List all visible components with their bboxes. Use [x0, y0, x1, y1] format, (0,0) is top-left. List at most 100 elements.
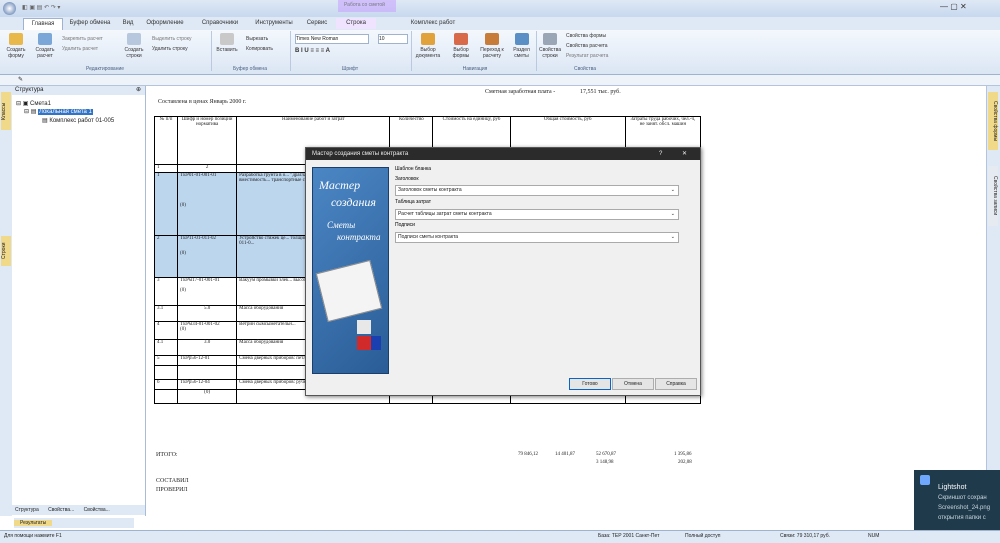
cut-button[interactable]: Вырезать: [246, 36, 268, 42]
tab-tools[interactable]: Инструменты: [250, 18, 298, 29]
tab-design[interactable]: Оформление: [142, 18, 188, 29]
tab-home[interactable]: Главная: [23, 18, 63, 30]
cell-extra: (0): [180, 288, 186, 293]
group-properties: Свойства: [574, 66, 596, 72]
group-navigation: Навигация: [462, 66, 488, 72]
side-tab-form-props[interactable]: Свойства формы: [988, 92, 998, 150]
group-clipboard: Буфер обмена: [233, 66, 267, 72]
side-tab-classes[interactable]: Классы: [1, 92, 11, 130]
toast-line: Скриншот сохран: [938, 495, 987, 501]
paste-button[interactable]: Вставить: [213, 33, 241, 53]
create-form-button[interactable]: Создать форму: [3, 33, 29, 59]
choose-form-button[interactable]: Выбор формы: [447, 33, 475, 59]
header-select[interactable]: Заголовок сметы контракта ⌄: [395, 185, 679, 196]
lightshot-notification[interactable]: Lightshot Скриншот сохран Screenshot_24.…: [914, 470, 1000, 530]
side-tab-record-props[interactable]: Свойства записи: [988, 166, 998, 226]
cell-code: ТЕРр56-12-04: [177, 379, 238, 390]
cancel-button[interactable]: Отмена: [612, 378, 654, 390]
tree-item-estimate[interactable]: ⊟ ▣ Смета1: [16, 100, 51, 107]
delete-row-button[interactable]: Удалить строку: [152, 46, 188, 52]
cell-num: 3: [153, 277, 179, 306]
pin-icon[interactable]: ⊕: [136, 86, 141, 95]
cell-extra: (0): [180, 203, 186, 208]
total-label: ИТОГО:: [156, 452, 178, 458]
doc-header-right: Сметная заработная плата -: [485, 89, 556, 95]
tab-view[interactable]: Вид: [118, 18, 138, 29]
wizard-illustration: Мастер создания Сметы контракта: [312, 167, 389, 374]
choose-form-label: Выбор формы: [452, 47, 470, 59]
total-value: 3 148,98: [596, 460, 614, 465]
tab-clipboard[interactable]: Буфер обмена: [64, 18, 116, 29]
cost-table-select[interactable]: Расчет таблицы затрат сметы контракта ⌄: [395, 209, 679, 220]
cell-num: 2: [153, 235, 179, 278]
font-name-select[interactable]: Times New Roman: [295, 34, 369, 44]
tab-complex[interactable]: Комплекс работ: [398, 18, 468, 29]
highlight-row-button[interactable]: Выделить строку: [152, 36, 192, 42]
tab-row[interactable]: Строка: [336, 18, 376, 29]
wizard-text: контракта: [337, 232, 381, 242]
results-tab[interactable]: Результаты: [14, 520, 53, 526]
pin-icon[interactable]: ✎: [18, 76, 23, 83]
sections-button[interactable]: Раздел сметы: [508, 33, 535, 59]
col-code: Шифр и номер позиции норматива: [177, 116, 238, 165]
bottom-tab-props1[interactable]: Свойства...: [48, 507, 74, 513]
choose-doc-button[interactable]: Выбор документа: [413, 33, 443, 59]
cell-num: 6: [153, 379, 179, 390]
tab-references[interactable]: Справочники: [192, 18, 248, 29]
cell-code: 5.0: [177, 305, 238, 322]
tree-item-complex[interactable]: ▤ Комплекс работ 01-005: [42, 117, 114, 124]
row-props-button[interactable]: Свойства строки: [537, 33, 563, 59]
calc-result-button[interactable]: Результат расчета: [566, 53, 608, 59]
help-button[interactable]: Справка: [655, 378, 697, 390]
create-rows-button[interactable]: Создать строки: [120, 33, 148, 59]
toast-line: Screenshot_24.png: [938, 505, 991, 511]
form-props-button[interactable]: Свойства формы: [566, 33, 606, 39]
quick-access-toolbar[interactable]: ◧ ▣ ▤ ↶ ↷ ▾: [22, 4, 82, 12]
wizard-dialog: Мастер создания сметы контракта ? ✕ Маст…: [305, 147, 701, 396]
go-calc-button[interactable]: Переход к расчету: [477, 33, 507, 59]
bottom-tab-props2[interactable]: Свойства...: [84, 507, 110, 513]
sections-label: Раздел сметы: [513, 47, 530, 59]
delete-calc-button[interactable]: Удалить расчет: [62, 46, 98, 52]
window-controls[interactable]: — ▢ ✕: [940, 2, 967, 11]
context-title: Работа со сметой: [338, 0, 396, 12]
sections-icon: [514, 33, 529, 45]
finish-button[interactable]: Готово: [569, 378, 611, 390]
app-orb-icon[interactable]: [3, 2, 16, 15]
hide-calc-button[interactable]: Закрепить расчет: [62, 36, 103, 42]
col-num: № п/п: [153, 116, 179, 165]
side-tab-rows[interactable]: Строки: [1, 236, 11, 266]
signatures-select-value: Подписи сметы контракта: [398, 234, 459, 240]
tree-label: Смета1: [30, 101, 51, 107]
create-calc-button[interactable]: Создать расчет: [31, 33, 59, 59]
chevron-down-icon: ⌄: [670, 234, 675, 240]
calc-props-button[interactable]: Свойства расчета: [566, 43, 608, 49]
bottom-tab-structure[interactable]: Структура: [15, 507, 39, 513]
total-value: 1 395,86: [674, 452, 692, 457]
form-icon: [9, 33, 23, 45]
cell-num: 4: [153, 321, 179, 340]
status-help-text: Для помощи нажмите F1: [4, 533, 62, 539]
ribbon-separator: [290, 31, 291, 71]
cube-icon: [371, 336, 381, 350]
cell-num: 3.1: [153, 305, 179, 322]
tree-item-local-estimate[interactable]: ⊟ ▤ Локальная смета 1: [24, 108, 93, 115]
help-icon[interactable]: ?: [659, 148, 662, 160]
signatures-select[interactable]: Подписи сметы контракта ⌄: [395, 232, 679, 243]
font-size-select[interactable]: 10: [378, 34, 408, 44]
sign-checked: ПРОВЕРИЛ: [156, 487, 188, 493]
structure-title: Структура: [15, 87, 44, 93]
toast-line: открытия папки с: [938, 515, 986, 521]
close-icon[interactable]: ✕: [682, 148, 687, 160]
document-icon: [421, 33, 435, 45]
cell-code: ТЕР11-01-011-02: [180, 236, 217, 241]
status-sum: Связи: 79 310,17 руб.: [780, 533, 830, 539]
copy-button[interactable]: Копировать: [246, 46, 273, 52]
header-select-value: Заголовок сметы контракта: [398, 187, 462, 193]
results-bar[interactable]: Результаты: [14, 518, 134, 528]
dialog-title: Мастер создания сметы контракта: [312, 151, 409, 157]
section-label: Шаблон бланка: [395, 166, 432, 172]
tab-service[interactable]: Сервис: [302, 18, 332, 29]
font-style-buttons[interactable]: B I U ≡ ≡ ≡ A: [295, 48, 330, 54]
status-bar: Для помощи нажмите F1 База: ТЕР 2001 Сан…: [0, 530, 1000, 543]
